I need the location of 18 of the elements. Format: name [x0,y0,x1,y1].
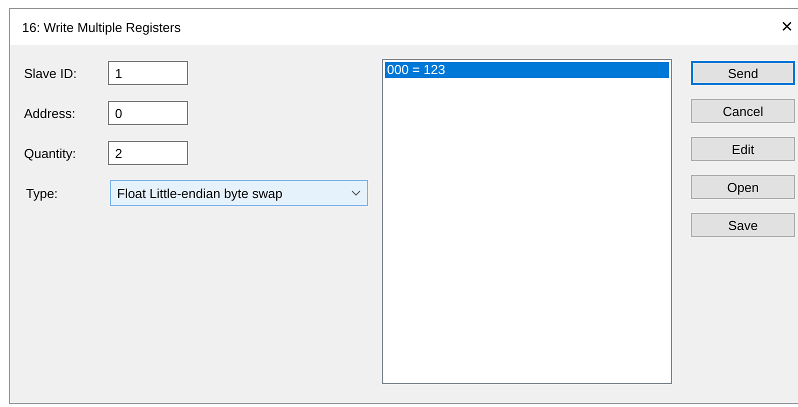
dialog-button[interactable]: Save [691,213,795,237]
list-item[interactable]: 000 = 123 [385,62,669,78]
field-label: Type: [25,186,59,201]
dialog-button[interactable]: Open [691,175,795,199]
chevron-down-icon [351,190,361,196]
field-label: Slave ID: [24,66,78,80]
field-label: Address: [24,106,76,120]
dialog-button[interactable]: Cancel [691,99,795,123]
register-list[interactable]: 000 = 123 [382,59,672,384]
dialog-button[interactable]: Edit [691,137,795,161]
input-field[interactable]: 0 [108,101,188,125]
dialog-button[interactable]: Send [691,61,795,85]
input-field[interactable]: 1 [108,61,188,85]
type-dropdown[interactable]: Float Little-endian byte swap [110,180,368,206]
field-label: Quantity: [24,146,78,160]
close-button[interactable]: × [776,17,798,37]
window-title: 16: Write Multiple Registers [22,20,181,34]
input-field[interactable]: 2 [108,141,188,165]
